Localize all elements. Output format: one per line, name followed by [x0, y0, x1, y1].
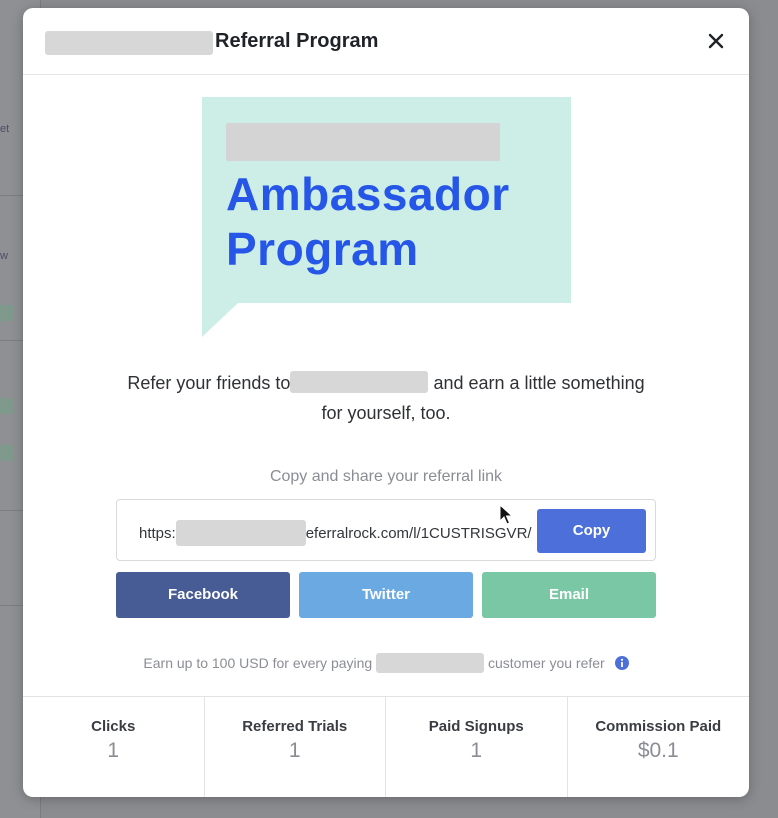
- modal-header: Referral Program: [23, 8, 749, 75]
- earn-after: customer you refer: [487, 655, 605, 671]
- close-button[interactable]: [705, 30, 727, 52]
- earn-before: Earn up to 100 USD for every paying: [143, 655, 373, 671]
- info-icon[interactable]: [614, 656, 629, 670]
- background-tag: [0, 305, 14, 321]
- stat-value: 1: [107, 739, 120, 762]
- link-prefix: https:: [139, 525, 176, 542]
- background-fragment: et: [0, 123, 10, 135]
- email-share-button[interactable]: Email: [482, 572, 656, 618]
- stat-label: Referred Trials: [242, 718, 348, 735]
- stat-label: Clicks: [91, 718, 136, 735]
- intro-line2: for yourself, too.: [321, 403, 451, 423]
- stat-value: $0.1: [637, 739, 679, 762]
- redacted-company-name: [45, 31, 213, 55]
- background-tag: [0, 398, 14, 414]
- referral-link[interactable]: https: eferralrock.com/l/1CUSTRISGVR/: [139, 520, 532, 546]
- redacted-link-part: [175, 520, 306, 546]
- intro-line1: Refer your friends to and earn a little …: [83, 368, 689, 398]
- banner-title: Ambassador Program: [226, 167, 510, 277]
- intro-before: Refer your friends to: [127, 373, 291, 393]
- banner-title-line2: Program: [226, 223, 419, 275]
- stat-paid-signups: Paid Signups 1: [386, 697, 568, 797]
- modal-title: Referral Program: [215, 30, 379, 52]
- stat-commission-paid: Commission Paid $0.1: [568, 697, 750, 797]
- share-label: Copy and share your referral link: [269, 468, 503, 485]
- stat-referred-trials: Referred Trials 1: [205, 697, 386, 797]
- redacted-company-name: [290, 371, 429, 393]
- twitter-share-button[interactable]: Twitter: [299, 572, 473, 618]
- stat-clicks: Clicks 1: [23, 697, 205, 797]
- stat-label: Paid Signups: [428, 718, 524, 735]
- redacted-banner-text: [226, 123, 500, 161]
- facebook-share-button[interactable]: Facebook: [116, 572, 290, 618]
- background-tag: [0, 445, 14, 461]
- earn-info: Earn up to 100 USD for every paying cust…: [23, 653, 749, 673]
- copy-button[interactable]: Copy: [537, 509, 646, 553]
- referral-link-field[interactable]: https: eferralrock.com/l/1CUSTRISGVR/ Cop…: [116, 499, 656, 561]
- mouse-cursor-icon: [499, 504, 513, 525]
- close-icon: [708, 33, 724, 49]
- background-fragment: w: [0, 250, 8, 262]
- intro-after: and earn a little something: [433, 373, 645, 393]
- banner-title-line1: Ambassador: [226, 168, 510, 220]
- link-suffix: eferralrock.com/l/1CUSTRISGVR/: [305, 525, 532, 542]
- stat-value: 1: [288, 739, 301, 762]
- stat-value: 1: [470, 739, 483, 762]
- ambassador-banner: Ambassador Program: [202, 97, 571, 343]
- banner-speech-tail: [202, 303, 238, 337]
- intro-text: Refer your friends to and earn a little …: [83, 368, 689, 428]
- stats-bar: Clicks 1 Referred Trials 1 Paid Signups …: [23, 696, 749, 797]
- stat-label: Commission Paid: [595, 718, 722, 735]
- redacted-company-name: [376, 653, 485, 673]
- referral-modal: Referral Program Ambassador Program Refe…: [23, 8, 749, 797]
